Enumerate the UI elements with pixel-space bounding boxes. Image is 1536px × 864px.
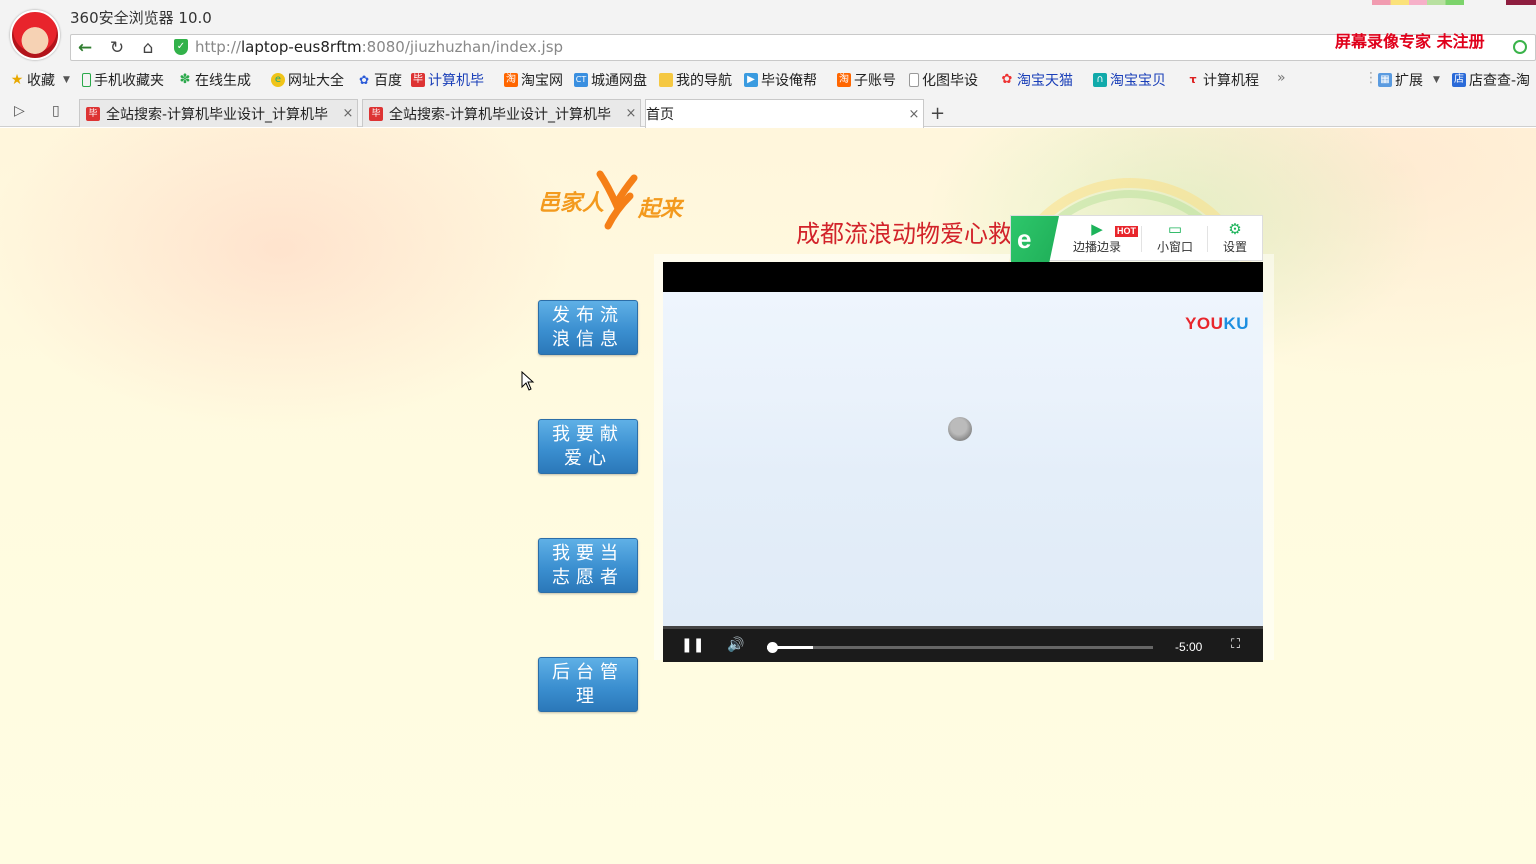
browser-chrome: 360安全浏览器 10.0 ← ↻ ⌂ ✓ http://laptop-eus8… <box>0 0 1536 128</box>
gear-icon: ⚙ <box>1228 220 1242 238</box>
bookmark-item[interactable]: 毕计算机毕 <box>411 70 484 90</box>
video-progress-bar[interactable] <box>767 642 1153 653</box>
status-ring-icon[interactable] <box>1513 40 1527 54</box>
separator-dots: ⋮ <box>1364 70 1378 86</box>
video-screen[interactable]: YOUKU <box>663 292 1263 626</box>
shop-icon: 店 <box>1452 73 1466 87</box>
admin-backend-button[interactable]: 后台管理 <box>538 657 638 712</box>
close-icon[interactable]: × <box>622 106 640 121</box>
globe-icon: e <box>271 73 285 87</box>
bookmark-item[interactable]: ▶ 毕设俺帮 <box>744 70 817 90</box>
video-time-remaining: -5:00 <box>1175 640 1203 654</box>
browser-e-logo-icon: e <box>1011 216 1059 262</box>
fullscreen-icon[interactable]: ⛶ <box>1231 637 1240 652</box>
gear-icon: ✽ <box>179 72 191 87</box>
tmall-icon: ✿ <box>1001 72 1013 87</box>
web-page: 邑家人 起来 成都流浪动物爱心救 发布流 浪信息 我要献 爱心 我要当 志愿者 后台管… <box>0 128 1536 864</box>
page-icon <box>909 73 919 87</box>
extensions-button[interactable]: ▦ 扩展 ▼ <box>1378 70 1440 90</box>
mouse-cursor-icon <box>521 371 535 391</box>
home-icon[interactable]: ⌂ <box>137 37 159 59</box>
volume-icon[interactable]: 🔊 <box>727 637 744 653</box>
more-bookmarks-icon[interactable]: » <box>1277 70 1286 86</box>
donate-love-button[interactable]: 我要献 爱心 <box>538 419 638 474</box>
video-extension-toolbar: e ▶ 边播边录 HOT ▭ 小窗口 ⚙ 设置 <box>1010 215 1263 262</box>
svg-text:邑家人: 邑家人 <box>538 190 605 216</box>
security-shield-icon[interactable]: ✓ <box>174 39 188 55</box>
app-title: 360安全浏览器 10.0 <box>70 9 212 27</box>
extension-icon: ▦ <box>1378 73 1392 87</box>
loading-spinner-icon <box>948 417 972 441</box>
bookmark-item[interactable]: 手机收藏夹 <box>82 70 164 90</box>
bi-icon: 毕 <box>411 73 425 87</box>
bi-icon: 毕 <box>369 106 383 121</box>
bookmark-item[interactable]: 淘淘宝网 <box>504 70 563 90</box>
hot-badge: HOT <box>1115 226 1138 237</box>
bookmark-item[interactable]: 化图毕设 <box>909 70 978 90</box>
video-player[interactable]: YOUKU ❚❚ 🔊 -5:00 ⛶ <box>663 262 1263 662</box>
bookmark-item[interactable]: ∩ 淘宝宝贝 <box>1093 70 1166 90</box>
tab-search-1[interactable]: 毕 全站搜索-计算机毕业设计_计算机毕 × <box>79 99 358 127</box>
mini-window-button[interactable]: ▭ 小窗口 <box>1153 220 1197 255</box>
chevron-down-icon: ▼ <box>1433 75 1440 85</box>
bookmark-item[interactable]: 淘子账号 <box>837 70 896 90</box>
bookmark-item[interactable]: 我的导航 <box>659 70 732 90</box>
baidu-icon: ✿ <box>358 73 370 87</box>
settings-button[interactable]: ⚙ 设置 <box>1219 220 1251 255</box>
bookmark-item[interactable]: CT 城通网盘 <box>574 70 647 90</box>
bookmark-item[interactable]: ✿ 淘宝天猫 <box>1000 70 1073 90</box>
phone-icon <box>82 73 91 87</box>
skin-decoration-2 <box>1506 0 1536 5</box>
folder-icon <box>659 73 673 87</box>
bookmark-item[interactable]: ✿ 百度 <box>357 70 402 90</box>
taobao-icon: 淘 <box>504 73 518 87</box>
user-avatar[interactable] <box>10 10 60 60</box>
tv-icon: ▶ <box>744 73 758 87</box>
svg-text:起来: 起来 <box>637 197 685 222</box>
reload-icon[interactable]: ↻ <box>106 37 128 59</box>
bookmark-item[interactable]: τ 计算机程 <box>1186 70 1259 90</box>
bookmark-item[interactable]: ★ 收藏 ▼ <box>10 70 70 90</box>
page-title: 成都流浪动物爱心救 <box>796 220 1012 248</box>
chevron-down-icon: ▼ <box>63 75 70 85</box>
screen-recorder-watermark: 屏幕录像专家 未注册 <box>1335 32 1485 51</box>
tab-search-2[interactable]: 毕 全站搜索-计算机毕业设计_计算机毕 × <box>362 99 641 127</box>
hot-icon: τ <box>1189 73 1197 86</box>
pause-icon[interactable]: ❚❚ <box>681 637 704 653</box>
skin-decoration <box>1372 0 1464 5</box>
new-tab-button[interactable]: + <box>930 103 945 124</box>
bookmark-item[interactable]: ✽ 在线生成 <box>178 70 251 90</box>
star-icon: ★ <box>10 72 24 88</box>
tab-home[interactable]: 首页 × <box>645 99 924 128</box>
publish-stray-info-button[interactable]: 发布流 浪信息 <box>538 300 638 355</box>
bag-icon: ∩ <box>1093 73 1107 87</box>
taobao-icon: 淘 <box>837 73 851 87</box>
site-logo: 邑家人 起来 <box>538 170 685 230</box>
back-arrow-icon[interactable]: ← <box>74 37 96 59</box>
ct-icon: CT <box>574 73 588 87</box>
video-controls: ❚❚ 🔊 -5:00 ⛶ <box>663 626 1263 662</box>
bookmarks-bar: ★ 收藏 ▼ 手机收藏夹 ✽ 在线生成 e 网址大全 ✿ 百度 毕计算机毕 淘淘宝网 CT… <box>0 66 1536 92</box>
url-text[interactable]: http://laptop-eus8rftm:8080/jiuzhuzhan/i… <box>195 38 563 56</box>
progress-knob[interactable] <box>767 642 778 653</box>
close-icon[interactable]: × <box>339 106 357 121</box>
youku-logo: YOUKU <box>1185 314 1249 333</box>
bookmark-item[interactable]: 店店查查-淘 <box>1452 70 1530 90</box>
bookmark-item[interactable]: e 网址大全 <box>271 70 344 90</box>
close-icon[interactable]: × <box>905 107 923 122</box>
tv-icon: ▭ <box>1167 220 1183 238</box>
become-volunteer-button[interactable]: 我要当 志愿者 <box>538 538 638 593</box>
bi-icon: 毕 <box>86 106 100 121</box>
tab-strip: 毕 全站搜索-计算机毕业设计_计算机毕 × 毕 全站搜索-计算机毕业设计_计算机… <box>0 96 1536 128</box>
